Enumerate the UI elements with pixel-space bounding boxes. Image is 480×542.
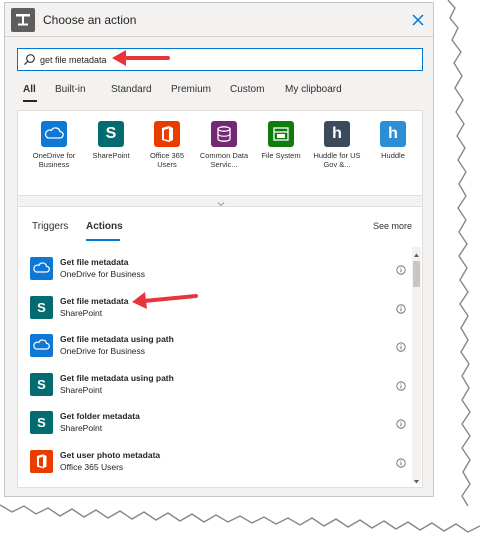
tab-premium[interactable]: Premium: [171, 84, 211, 95]
actions-list: Get file metadata OneDrive for Business …: [18, 245, 412, 485]
category-tabs: All Built-in Standard Premium Custom My …: [23, 84, 423, 104]
sharepoint-icon: S: [30, 296, 53, 319]
active-tab-indicator: [23, 100, 37, 102]
connector-grid: OneDrive for Business S SharePoint Offic…: [17, 110, 423, 196]
connector-label: Office 365 Users: [149, 151, 185, 169]
connector-label: SharePoint: [92, 151, 130, 160]
action-connector: OneDrive for Business: [60, 346, 146, 356]
tab-custom[interactable]: Custom: [230, 84, 264, 95]
search-icon: [23, 53, 36, 66]
onedrive-icon: [41, 121, 67, 147]
connector-office-365-users[interactable]: Office 365 Users: [140, 121, 194, 169]
connector-onedrive-for-business[interactable]: OneDrive for Business: [27, 121, 81, 169]
sharepoint-icon: S: [30, 411, 53, 434]
connector-huddle-for-us-gov[interactable]: h Huddle for US Gov &...: [310, 121, 364, 169]
tab-my-clipboard[interactable]: My clipboard: [285, 84, 342, 95]
action-title: Get folder metadata: [60, 411, 140, 421]
choose-action-panel: Choose an action All Built-in Standard: [4, 2, 434, 497]
sharepoint-icon: S: [30, 373, 53, 396]
info-icon[interactable]: [396, 339, 406, 352]
connector-common-data-service[interactable]: Common Data Servic...: [197, 121, 251, 169]
connector-label: Common Data Servic...: [199, 151, 249, 169]
action-connector: SharePoint: [60, 423, 103, 433]
onedrive-icon: [30, 257, 53, 280]
info-icon[interactable]: [396, 455, 406, 468]
connector-huddle[interactable]: h Huddle: [366, 121, 420, 160]
action-connector: Office 365 Users: [60, 462, 124, 472]
scrollbar[interactable]: [412, 247, 421, 484]
action-row[interactable]: S Get file metadata using path SharePoin…: [18, 369, 412, 407]
collapse-connectors-button[interactable]: [17, 196, 423, 207]
huddle-icon: h: [380, 121, 406, 147]
results-tabs: Triggers Actions See more: [18, 207, 422, 245]
see-more-link[interactable]: See more: [373, 221, 412, 231]
connector-label: Huddle for US Gov &...: [313, 151, 361, 169]
info-icon[interactable]: [396, 301, 406, 314]
tab-all[interactable]: All: [23, 84, 36, 95]
connector-label: File System: [261, 151, 301, 160]
active-tab-indicator: [86, 239, 120, 241]
chevron-down-icon: [215, 196, 227, 207]
close-icon[interactable]: [409, 11, 427, 29]
action-title: Get file metadata using path: [60, 334, 174, 344]
file-system-icon: [268, 121, 294, 147]
tab-triggers[interactable]: Triggers: [32, 221, 68, 232]
tab-standard[interactable]: Standard: [111, 84, 152, 95]
info-icon[interactable]: [396, 378, 406, 391]
sharepoint-icon: S: [98, 121, 124, 147]
panel-title: Choose an action: [43, 13, 137, 27]
scrollbar-thumb[interactable]: [413, 261, 420, 287]
action-connector: SharePoint: [60, 385, 103, 395]
panel-header: Choose an action: [5, 3, 433, 37]
action-row[interactable]: Get user photo metadata Office 365 Users: [18, 446, 412, 484]
office365-icon: [30, 450, 53, 473]
action-title: Get file metadata using path: [60, 373, 174, 383]
search-input[interactable]: [40, 51, 420, 68]
action-title: Get file metadata: [60, 257, 129, 267]
connector-file-system[interactable]: File System: [254, 121, 308, 160]
tab-actions[interactable]: Actions: [86, 221, 123, 232]
office365-icon: [154, 121, 180, 147]
action-row[interactable]: S Get folder metadata SharePoint: [18, 407, 412, 445]
action-title: Get user photo metadata: [60, 450, 161, 460]
action-row[interactable]: Get file metadata OneDrive for Business: [18, 253, 412, 291]
tab-built-in[interactable]: Built-in: [55, 84, 86, 95]
search-box[interactable]: [17, 48, 423, 71]
screenshot-page: Choose an action All Built-in Standard: [0, 0, 480, 542]
scroll-down-icon[interactable]: [412, 473, 421, 484]
connector-label: OneDrive for Business: [32, 151, 76, 169]
action-row[interactable]: Get file metadata using path OneDrive fo…: [18, 330, 412, 368]
info-icon[interactable]: [396, 416, 406, 429]
action-connector: OneDrive for Business: [60, 269, 146, 279]
connector-label: Huddle: [381, 151, 405, 160]
huddle-icon: h: [324, 121, 350, 147]
info-icon[interactable]: [396, 262, 406, 275]
action-icon: [11, 8, 35, 32]
database-icon: [211, 121, 237, 147]
scroll-up-icon[interactable]: [412, 247, 421, 257]
action-connector: SharePoint: [60, 308, 103, 318]
onedrive-icon: [30, 334, 53, 357]
results-panel: Triggers Actions See more Get file metad…: [17, 206, 423, 488]
connector-sharepoint[interactable]: S SharePoint: [84, 121, 138, 160]
action-title: Get file metadata: [60, 296, 129, 306]
action-row[interactable]: S Get file metadata SharePoint: [18, 292, 412, 330]
